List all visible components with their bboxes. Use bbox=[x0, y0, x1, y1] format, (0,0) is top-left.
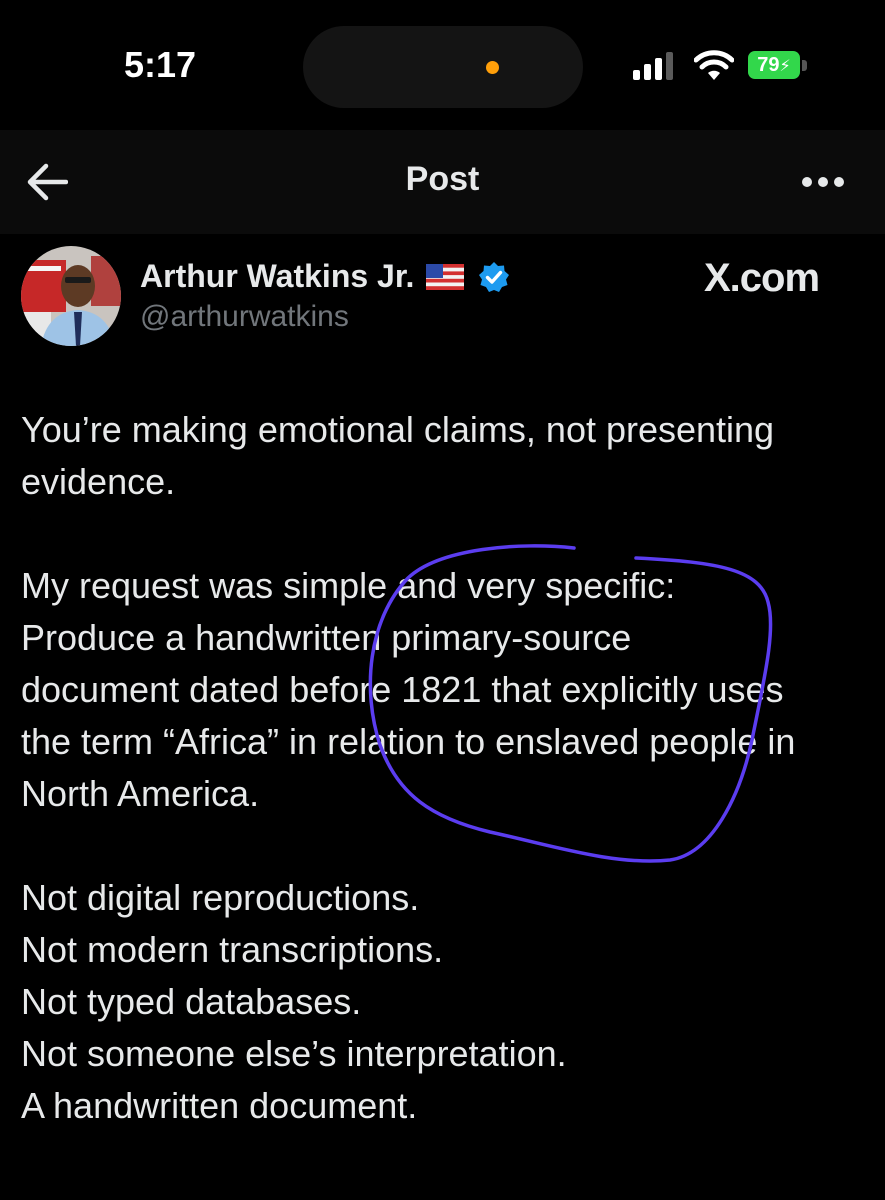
post-paragraph: Not digital reproductions. Not modern tra… bbox=[21, 872, 871, 1132]
post-text-line: document dated before 1821 that explicit… bbox=[21, 669, 784, 710]
author-name-text: Arthur Watkins Jr. bbox=[140, 258, 415, 294]
post-text-line: Not typed databases. bbox=[21, 981, 362, 1022]
post-text-line: My request was simple and very specific: bbox=[21, 565, 676, 606]
avatar[interactable] bbox=[21, 246, 121, 346]
post-text-line: Not someone else’s interpretation. bbox=[21, 1033, 567, 1074]
more-horizontal-icon[interactable] bbox=[800, 172, 846, 192]
x-com-watermark: X.com bbox=[704, 256, 820, 300]
privacy-indicator-icon bbox=[486, 61, 499, 74]
author-name[interactable]: Arthur Watkins Jr. bbox=[140, 258, 510, 295]
post-paragraph: You’re making emotional claims, not pres… bbox=[21, 404, 871, 508]
post-text-line: Produce a handwritten primary-source bbox=[21, 617, 632, 658]
post-text-line: A handwritten document. bbox=[21, 1085, 418, 1126]
wifi-icon bbox=[694, 50, 734, 80]
battery-indicator: 79⚡ bbox=[748, 51, 800, 79]
post-text-line: You’re making emotional claims, not pres… bbox=[21, 409, 775, 450]
post-text-line: North America. bbox=[21, 773, 260, 814]
post-text-line: evidence. bbox=[21, 461, 176, 502]
status-time: 5:17 bbox=[124, 44, 197, 85]
dynamic-island bbox=[303, 26, 583, 108]
post-text-line: the term “Africa” in relation to enslave… bbox=[21, 721, 796, 762]
avatar-image bbox=[21, 246, 121, 346]
page-title: Post bbox=[405, 160, 480, 198]
post-text: You’re making emotional claims, not pres… bbox=[21, 404, 871, 1184]
status-bar: 5:17 79⚡ bbox=[0, 0, 885, 130]
post-text-line: Not modern transcriptions. bbox=[21, 929, 444, 970]
battery-cap bbox=[802, 60, 807, 71]
cellular-signal-icon bbox=[633, 52, 673, 80]
author-handle[interactable]: @arthurwatkins bbox=[140, 300, 349, 334]
post-header: Post bbox=[0, 130, 885, 234]
battery-level: 79 bbox=[757, 54, 780, 76]
post-paragraph: My request was simple and very specific:… bbox=[21, 560, 871, 820]
us-flag-icon bbox=[426, 263, 465, 290]
post-text-line: Not digital reproductions. bbox=[21, 877, 420, 918]
verified-badge-icon[interactable] bbox=[478, 261, 510, 293]
